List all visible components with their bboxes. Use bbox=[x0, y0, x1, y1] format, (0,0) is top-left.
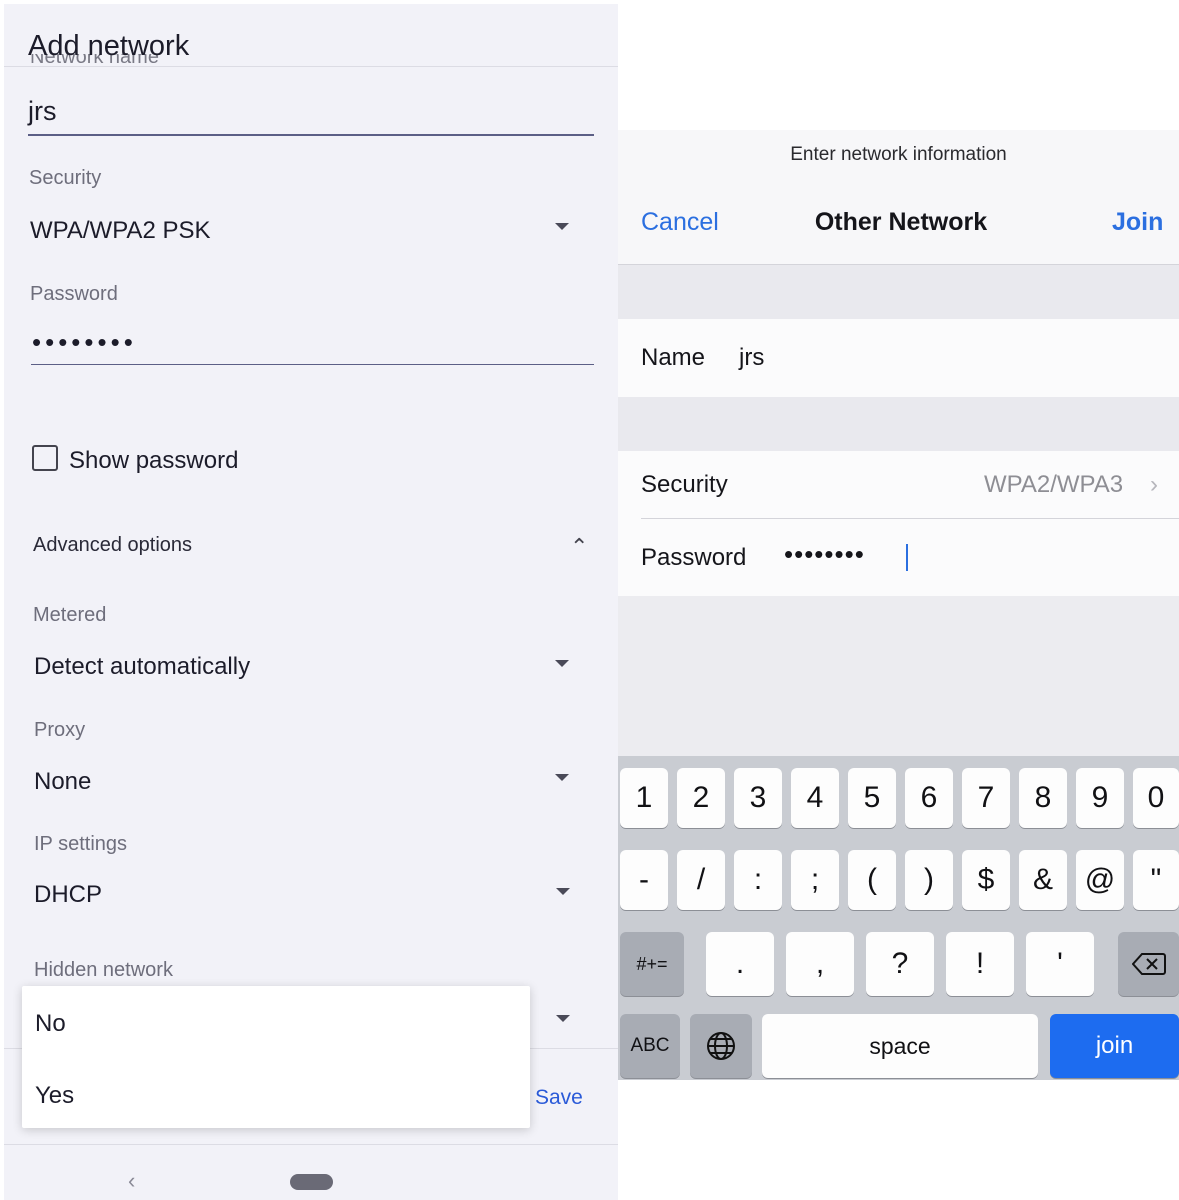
caret-down-icon[interactable] bbox=[555, 660, 569, 667]
key-ampersand[interactable]: & bbox=[1019, 850, 1067, 910]
password-input[interactable]: •••••••• bbox=[784, 539, 865, 570]
key-colon[interactable]: : bbox=[734, 850, 782, 910]
hidden-network-label: Hidden network bbox=[34, 959, 173, 981]
dropdown-option-no[interactable]: No bbox=[35, 1010, 66, 1038]
home-pill-icon[interactable] bbox=[290, 1174, 333, 1190]
password-input[interactable]: •••••••• bbox=[32, 327, 137, 358]
key-comma[interactable]: , bbox=[786, 932, 854, 996]
row-divider bbox=[641, 518, 1179, 519]
key-exclamation[interactable]: ! bbox=[946, 932, 1014, 996]
key-slash[interactable]: / bbox=[677, 850, 725, 910]
key-0[interactable]: 0 bbox=[1133, 768, 1179, 828]
key-apostrophe[interactable]: ' bbox=[1026, 932, 1094, 996]
abc-key[interactable]: ABC bbox=[620, 1014, 680, 1078]
key-9[interactable]: 9 bbox=[1076, 768, 1124, 828]
key-7[interactable]: 7 bbox=[962, 768, 1010, 828]
globe-icon[interactable] bbox=[690, 1014, 752, 1078]
divider bbox=[4, 1144, 618, 1145]
hidden-network-dropdown-menu: No Yes bbox=[22, 986, 530, 1128]
metered-label: Metered bbox=[33, 604, 107, 626]
caret-down-icon[interactable] bbox=[556, 888, 570, 895]
password-underline bbox=[31, 364, 594, 365]
key-semicolon[interactable]: ; bbox=[791, 850, 839, 910]
symbols-mode-key[interactable]: #+= bbox=[620, 932, 684, 996]
cancel-button[interactable]: Cancel bbox=[641, 208, 719, 237]
key-8[interactable]: 8 bbox=[1019, 768, 1067, 828]
show-password-checkbox[interactable] bbox=[32, 445, 58, 471]
key-5[interactable]: 5 bbox=[848, 768, 896, 828]
ip-settings-select[interactable]: DHCP bbox=[34, 881, 102, 909]
name-input[interactable]: jrs bbox=[739, 344, 764, 372]
show-password-label[interactable]: Show password bbox=[69, 447, 238, 475]
key-paren-close[interactable]: ) bbox=[905, 850, 953, 910]
dropdown-option-yes[interactable]: Yes bbox=[35, 1082, 74, 1110]
section-gap bbox=[618, 397, 1179, 451]
section-gap bbox=[618, 265, 1179, 319]
key-at[interactable]: @ bbox=[1076, 850, 1124, 910]
security-value[interactable]: WPA2/WPA3 bbox=[984, 471, 1123, 499]
key-hyphen[interactable]: - bbox=[620, 850, 668, 910]
key-period[interactable]: . bbox=[706, 932, 774, 996]
numeric-keyboard: 1 2 3 4 5 6 7 8 9 0 - / : ; ( ) $ & @ " … bbox=[618, 756, 1179, 1080]
page-title: Add network bbox=[28, 30, 190, 62]
key-question[interactable]: ? bbox=[866, 932, 934, 996]
prompt-text: Enter network information bbox=[790, 144, 1007, 165]
security-label: Security bbox=[29, 167, 102, 189]
caret-down-icon[interactable] bbox=[556, 1015, 570, 1022]
title-divider bbox=[4, 66, 618, 67]
key-3[interactable]: 3 bbox=[734, 768, 782, 828]
caret-down-icon[interactable] bbox=[555, 223, 569, 230]
key-6[interactable]: 6 bbox=[905, 768, 953, 828]
advanced-options-toggle[interactable]: Advanced options bbox=[33, 534, 192, 557]
key-paren-open[interactable]: ( bbox=[848, 850, 896, 910]
key-quote[interactable]: " bbox=[1133, 850, 1179, 910]
name-label: Name bbox=[641, 344, 706, 371]
back-nav-icon[interactable]: ‹ bbox=[128, 1168, 135, 1194]
chevron-up-icon[interactable]: ⌃ bbox=[570, 534, 588, 560]
empty-area bbox=[618, 596, 1179, 756]
chevron-right-icon[interactable]: › bbox=[1150, 471, 1158, 499]
ip-settings-label: IP settings bbox=[34, 833, 128, 855]
join-button[interactable]: Join bbox=[1112, 208, 1163, 237]
proxy-label: Proxy bbox=[34, 719, 86, 741]
ios-other-network-panel: Enter network information Other Network … bbox=[618, 130, 1179, 1080]
key-4[interactable]: 4 bbox=[791, 768, 839, 828]
metered-select[interactable]: Detect automatically bbox=[34, 653, 250, 681]
save-button[interactable]: Save bbox=[535, 1086, 583, 1110]
delete-icon-glyph bbox=[1131, 953, 1166, 975]
security-label[interactable]: Security bbox=[641, 471, 728, 499]
key-1[interactable]: 1 bbox=[620, 768, 668, 828]
network-name-underline bbox=[28, 134, 594, 136]
globe-icon-glyph bbox=[707, 1032, 735, 1060]
text-cursor bbox=[906, 544, 908, 571]
caret-down-icon[interactable] bbox=[555, 774, 569, 781]
key-2[interactable]: 2 bbox=[677, 768, 725, 828]
key-dollar[interactable]: $ bbox=[962, 850, 1010, 910]
password-label: Password bbox=[30, 283, 118, 305]
android-add-network-panel: Network name Add network jrs Security WP… bbox=[4, 4, 618, 1200]
space-key[interactable]: space bbox=[762, 1014, 1038, 1078]
delete-icon[interactable] bbox=[1118, 932, 1179, 996]
proxy-select[interactable]: None bbox=[34, 768, 91, 796]
security-select[interactable]: WPA/WPA2 PSK bbox=[30, 217, 210, 245]
password-label: Password bbox=[641, 544, 747, 571]
keyboard-join-key[interactable]: join bbox=[1050, 1014, 1179, 1078]
network-name-input[interactable]: jrs bbox=[28, 96, 57, 127]
